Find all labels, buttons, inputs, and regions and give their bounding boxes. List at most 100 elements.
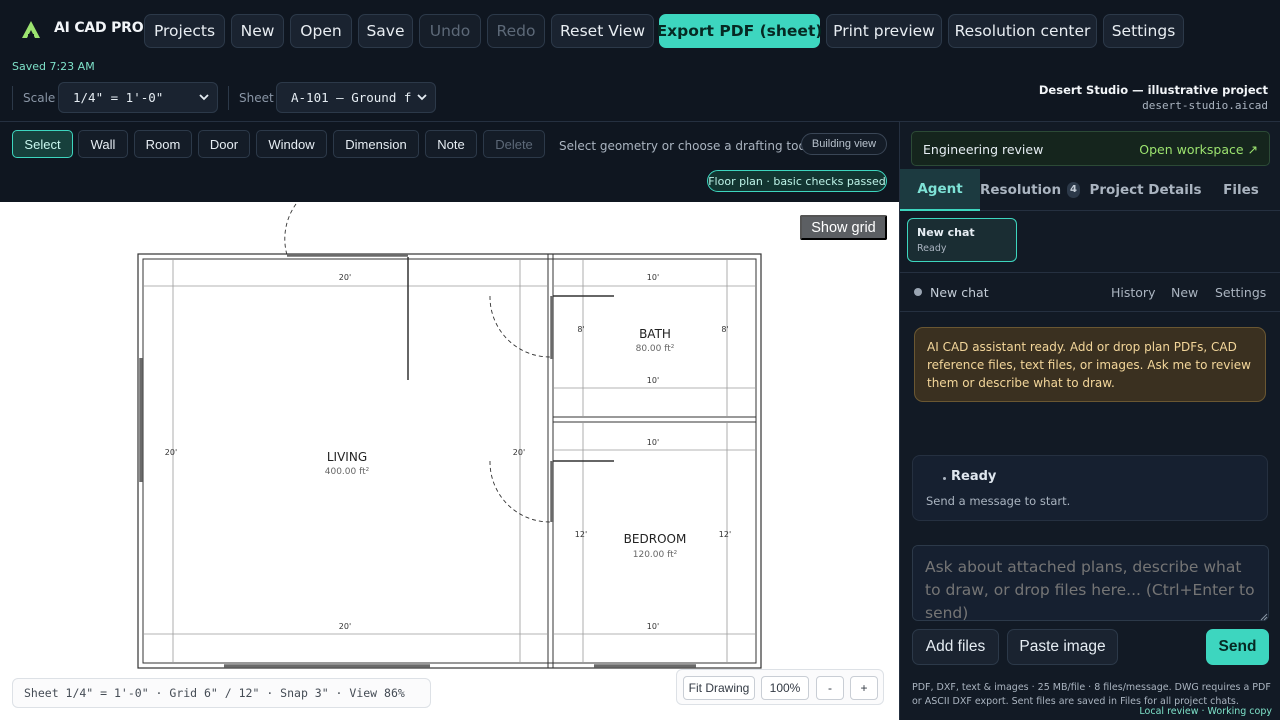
- assistant-message: AI CAD assistant ready. Add or drop plan…: [914, 327, 1266, 402]
- tab-resolution-label: Resolution: [980, 182, 1062, 198]
- scale-select[interactable]: 1/4" = 1'-0": [58, 82, 218, 113]
- tool-hint: Select geometry or choose a drafting too…: [559, 139, 810, 153]
- drafting-toolbar: Select Wall Room Door Window Dimension N…: [0, 122, 899, 202]
- add-files-button[interactable]: Add files: [912, 629, 999, 665]
- paste-image-button[interactable]: Paste image: [1007, 629, 1118, 665]
- zoom-level[interactable]: 100%: [761, 676, 809, 700]
- new-chat-link[interactable]: New: [1171, 285, 1198, 300]
- sheet-select[interactable]: A-101 — Ground f: [276, 82, 436, 113]
- project-file: desert-studio.aicad: [1142, 99, 1268, 112]
- tab-resolution[interactable]: Resolution 4: [980, 169, 1080, 211]
- zoom-in-button[interactable]: +: [850, 676, 878, 700]
- upload-footnote: PDF, DXF, text & images · 25 MB/file · 8…: [912, 682, 1271, 707]
- footer-status: Local review · Working copy: [1139, 706, 1272, 717]
- dim-label: 20': [513, 448, 525, 457]
- show-grid-button[interactable]: Show grid: [800, 215, 887, 240]
- room-name-living[interactable]: LIVING: [327, 450, 367, 464]
- new-button[interactable]: New: [231, 14, 284, 48]
- history-link[interactable]: History: [1111, 285, 1155, 300]
- room-name-bedroom[interactable]: BEDROOM: [624, 532, 687, 546]
- settings-button[interactable]: Settings: [1103, 14, 1184, 48]
- undo-button[interactable]: Undo: [419, 14, 481, 48]
- dim-label: 20': [339, 273, 351, 282]
- panel-tabs: Agent Resolution 4 Project Details Files: [900, 169, 1280, 211]
- projects-button[interactable]: Projects: [144, 14, 225, 48]
- chat-settings-link[interactable]: Settings: [1215, 285, 1266, 300]
- room-name-bath[interactable]: BATH: [639, 327, 671, 341]
- bullet-icon: [943, 477, 946, 480]
- saved-status: Saved 7:23 AM: [12, 60, 95, 73]
- window-tool[interactable]: Window: [256, 130, 327, 158]
- tab-files[interactable]: Files: [1208, 169, 1274, 211]
- canvas-status-bar: Sheet 1/4" = 1'-0" · Grid 6" / 12" · Sna…: [12, 678, 431, 708]
- print-preview-button[interactable]: Print preview: [826, 14, 942, 48]
- resolution-center-button[interactable]: Resolution center: [948, 14, 1097, 48]
- room-area-bath: 80.00 ft²: [636, 344, 675, 354]
- send-button[interactable]: Send: [1206, 629, 1269, 665]
- engineering-review-label: Engineering review: [923, 142, 1044, 157]
- zoom-out-button[interactable]: -: [816, 676, 844, 700]
- chat-card[interactable]: New chat Ready: [907, 218, 1017, 262]
- floor-plan: 20' 20' 20' 20' 10' 10' 8' 8' 10' 10' 12…: [137, 203, 762, 669]
- sheet-select-value: A-101 — Ground f: [291, 90, 412, 105]
- status-dot-icon: [914, 288, 922, 296]
- export-pdf-button[interactable]: Export PDF (sheet): [657, 14, 822, 48]
- exterior-wall-outer: [137, 253, 762, 669]
- room-tool[interactable]: Room: [134, 130, 192, 158]
- tab-agent-label: Agent: [917, 181, 963, 197]
- dim-label: 20': [165, 448, 177, 457]
- scale-select-value: 1/4" = 1'-0": [73, 90, 164, 105]
- brand-name: AI CAD PRO: [54, 20, 144, 36]
- resize-grip-icon[interactable]: [1258, 611, 1268, 621]
- engineering-review-bar: Engineering review Open workspace ↗: [911, 131, 1270, 166]
- dim-label: 10': [647, 273, 659, 282]
- fit-drawing-button[interactable]: Fit Drawing: [683, 676, 755, 700]
- dim-label: 20': [339, 622, 351, 631]
- divider: [12, 86, 13, 110]
- message-input[interactable]: [912, 545, 1269, 621]
- logo-icon: [18, 17, 44, 43]
- redo-button[interactable]: Redo: [487, 14, 545, 48]
- open-workspace-link[interactable]: Open workspace ↗: [1139, 142, 1258, 157]
- dim-label: 8': [721, 325, 728, 334]
- exterior-wall-inner: [142, 258, 757, 664]
- chevron-down-icon: [199, 94, 209, 101]
- chat-card-title: New chat: [917, 226, 975, 239]
- sheet-label: Sheet: [239, 91, 274, 105]
- ready-subtitle: Send a message to start.: [926, 494, 1071, 508]
- project-name: Desert Studio — illustrative project: [1038, 83, 1268, 97]
- door-tool[interactable]: Door: [198, 130, 250, 158]
- dim-label: 12': [575, 530, 587, 539]
- resolution-count-badge: 4: [1067, 182, 1080, 198]
- divider: [228, 86, 229, 110]
- room-area-bedroom: 120.00 ft²: [633, 550, 678, 560]
- top-bar: AI CAD PRO Projects New Open Save Undo R…: [0, 0, 1280, 122]
- select-tool[interactable]: Select: [12, 130, 73, 158]
- open-button[interactable]: Open: [290, 14, 352, 48]
- tab-files-label: Files: [1223, 182, 1259, 198]
- drawing-canvas[interactable]: 20' 20' 20' 20' 10' 10' 8' 8' 10' 10' 12…: [0, 202, 899, 720]
- scale-label: Scale: [23, 91, 56, 105]
- dim-label: 10': [647, 622, 659, 631]
- dim-label: 10': [647, 376, 659, 385]
- checks-badge: Floor plan · basic checks passed: [707, 170, 887, 192]
- assistant-panel: Engineering review Open workspace ↗ Agen…: [899, 122, 1280, 720]
- wall-tool[interactable]: Wall: [78, 130, 128, 158]
- tab-project-details[interactable]: Project Details: [1088, 169, 1203, 211]
- dim-label: 12': [719, 530, 731, 539]
- note-tool[interactable]: Note: [425, 130, 477, 158]
- save-button[interactable]: Save: [358, 14, 413, 48]
- delete-tool[interactable]: Delete: [483, 130, 545, 158]
- chat-card-status: Ready: [917, 243, 947, 254]
- ready-title: Ready: [951, 469, 997, 484]
- dimension-tool[interactable]: Dimension: [333, 130, 419, 158]
- chat-header: New chat History New Settings: [900, 272, 1280, 312]
- zoom-controls: Fit Drawing 100% - +: [676, 669, 884, 705]
- chat-title: New chat: [930, 285, 989, 300]
- building-view-button[interactable]: Building view: [801, 133, 887, 155]
- reset-view-button[interactable]: Reset View: [551, 14, 654, 48]
- tab-agent[interactable]: Agent: [900, 169, 980, 211]
- door-swing: [284, 203, 297, 256]
- dim-label: 8': [577, 325, 584, 334]
- door-swing: [489, 460, 552, 523]
